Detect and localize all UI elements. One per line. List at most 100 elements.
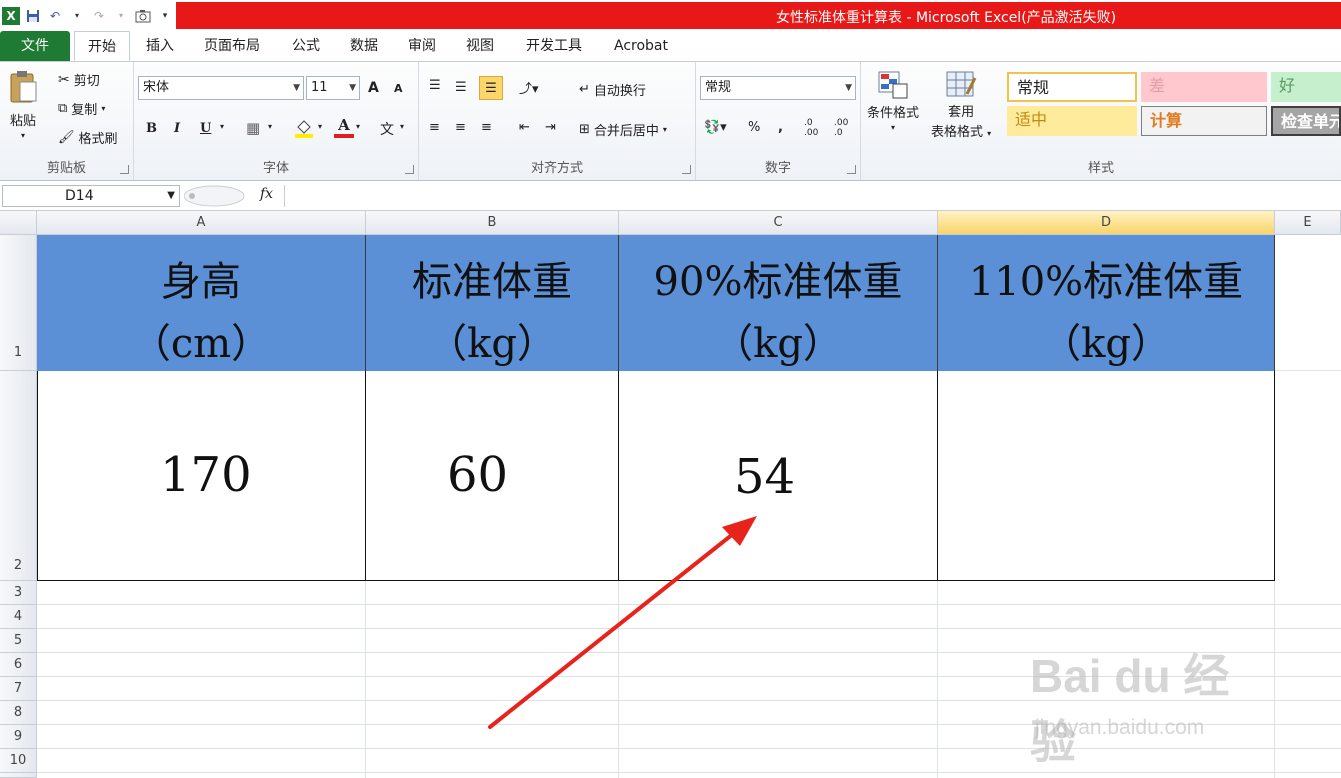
- percent-button[interactable]: %: [748, 120, 760, 135]
- grow-font-button[interactable]: A: [368, 80, 379, 96]
- number-format-combo[interactable]: 常规 ▼: [700, 76, 856, 100]
- style-neutral[interactable]: 适中: [1007, 106, 1137, 136]
- tab-review[interactable]: 审阅: [398, 31, 446, 61]
- customize-toolbar-icon[interactable]: ▾: [156, 7, 174, 25]
- name-box-dropdown-icon[interactable]: ▼: [167, 186, 175, 206]
- cell-b2[interactable]: 60: [366, 371, 619, 581]
- row-header-6[interactable]: 6: [0, 653, 37, 677]
- border-dropdown-icon[interactable]: ▾: [268, 122, 272, 131]
- number-launcher-icon[interactable]: [847, 165, 856, 174]
- title-bar: X ↶ ▾ ↷ ▾ ▾ 女性标准体重计算表 - Microsoft Excel(…: [0, 0, 1341, 31]
- style-check-cell[interactable]: 检查单元: [1271, 106, 1341, 136]
- font-color-dropdown-icon[interactable]: ▾: [356, 122, 360, 131]
- name-box[interactable]: D14 ▼: [2, 185, 180, 207]
- row-header-2[interactable]: 2: [0, 371, 37, 581]
- cut-button[interactable]: ✂ 剪切: [58, 70, 100, 90]
- font-color-button[interactable]: A: [334, 116, 354, 138]
- align-right-icon[interactable]: ≡: [481, 120, 492, 135]
- font-size-combo[interactable]: 11 ▼: [306, 76, 360, 100]
- formula-input[interactable]: [284, 185, 1341, 207]
- shrink-font-button[interactable]: A: [394, 82, 403, 95]
- row-header-7[interactable]: 7: [0, 677, 37, 701]
- column-header-b[interactable]: B: [366, 211, 619, 235]
- redo-dropdown-icon[interactable]: ▾: [112, 7, 130, 25]
- row-header-4[interactable]: 4: [0, 605, 37, 629]
- fill-color-icon[interactable]: [294, 117, 314, 143]
- increase-indent-icon[interactable]: ⇥: [545, 120, 556, 135]
- save-icon[interactable]: [24, 7, 42, 25]
- select-all-corner[interactable]: [0, 211, 37, 235]
- undo-icon[interactable]: ↶: [46, 7, 64, 25]
- copy-dropdown-icon: ▾: [101, 104, 106, 113]
- align-left-icon[interactable]: ≡: [429, 120, 440, 135]
- phonetic-dropdown-icon[interactable]: ▾: [400, 122, 404, 131]
- cell-b2-value: 60: [447, 447, 509, 503]
- tab-insert[interactable]: 插入: [136, 31, 184, 61]
- bold-button[interactable]: B: [146, 121, 157, 136]
- conditional-format-button[interactable]: 条件格式 ▾: [867, 70, 919, 132]
- column-header-a[interactable]: A: [37, 211, 366, 235]
- currency-icon[interactable]: 💱▾: [704, 120, 727, 135]
- orientation-icon[interactable]: ⤴▾: [519, 78, 539, 97]
- fill-color-dropdown-icon[interactable]: ▾: [318, 122, 322, 131]
- copy-button[interactable]: ⧉ 复制 ▾: [58, 99, 105, 118]
- align-middle-icon[interactable]: ☰: [455, 80, 467, 95]
- tab-home[interactable]: 开始: [74, 31, 130, 61]
- undo-dropdown-icon[interactable]: ▾: [68, 7, 86, 25]
- camera-icon[interactable]: [134, 7, 152, 25]
- format-painter-button[interactable]: 🖌 格式刷: [58, 128, 118, 147]
- cell-a1[interactable]: 身高 （cm）: [37, 235, 366, 371]
- wrap-text-button[interactable]: ↵ 自动换行: [579, 80, 646, 99]
- border-icon[interactable]: ▦: [246, 119, 260, 137]
- align-top-icon[interactable]: ☰: [429, 78, 441, 93]
- style-bad[interactable]: 差: [1141, 72, 1267, 102]
- tab-acrobat[interactable]: Acrobat: [602, 31, 680, 61]
- font-launcher-icon[interactable]: [405, 165, 414, 174]
- tab-data[interactable]: 数据: [340, 31, 388, 61]
- paste-button[interactable]: 粘贴 ▾: [8, 70, 38, 140]
- row-header-11-partial[interactable]: [0, 773, 37, 778]
- tab-view[interactable]: 视图: [456, 31, 504, 61]
- merge-center-button[interactable]: ⊞ 合并后居中 ▾: [579, 120, 667, 139]
- underline-button[interactable]: U: [200, 121, 211, 136]
- font-name-combo[interactable]: 宋体 ▼: [138, 76, 304, 100]
- cell-d2[interactable]: [938, 371, 1275, 581]
- excel-logo-icon[interactable]: X: [2, 6, 20, 25]
- row-header-3[interactable]: 3: [0, 581, 37, 605]
- column-header-d[interactable]: D: [938, 211, 1275, 235]
- clipboard-launcher-icon[interactable]: [120, 165, 129, 174]
- cell-d1[interactable]: 110%标准体重 （kg）: [938, 235, 1275, 371]
- row-header-9[interactable]: 9: [0, 725, 37, 749]
- underline-dropdown-icon[interactable]: ▾: [220, 122, 224, 131]
- cell-b1[interactable]: 标准体重 （kg）: [366, 235, 619, 371]
- paste-icon: [10, 71, 37, 103]
- decrease-indent-icon[interactable]: ⇤: [519, 120, 530, 135]
- comma-button[interactable]: ,: [778, 120, 783, 135]
- tab-developer[interactable]: 开发工具: [514, 31, 594, 61]
- italic-button[interactable]: I: [174, 121, 180, 136]
- cell-a2[interactable]: 170: [37, 371, 366, 581]
- style-good[interactable]: 好: [1271, 72, 1341, 102]
- format-as-table-button[interactable]: 套用 表格格式 ▾: [931, 70, 991, 140]
- style-normal[interactable]: 常规: [1007, 72, 1137, 102]
- column-header-c[interactable]: C: [619, 211, 938, 235]
- phonetic-button[interactable]: 文: [380, 119, 394, 139]
- tab-page-layout[interactable]: 页面布局: [192, 31, 272, 61]
- align-bottom-icon[interactable]: ☰: [479, 76, 503, 100]
- row-header-10[interactable]: 10: [0, 749, 37, 773]
- tab-formulas[interactable]: 公式: [282, 31, 330, 61]
- cell-c2[interactable]: 54: [619, 371, 938, 581]
- alignment-launcher-icon[interactable]: [682, 165, 691, 174]
- cell-c1[interactable]: 90%标准体重 （kg）: [619, 235, 938, 371]
- tab-file[interactable]: 文件: [0, 31, 70, 61]
- column-header-e[interactable]: E: [1275, 211, 1341, 235]
- align-center-icon[interactable]: ≡: [455, 120, 466, 135]
- row-header-8[interactable]: 8: [0, 701, 37, 725]
- decrease-decimal-button[interactable]: .00 .0: [834, 118, 848, 138]
- row-header-1[interactable]: 1: [0, 235, 37, 371]
- insert-function-button[interactable]: fx: [260, 186, 273, 202]
- row-header-5[interactable]: 5: [0, 629, 37, 653]
- redo-icon[interactable]: ↷: [90, 7, 108, 25]
- style-calculation[interactable]: 计算: [1141, 106, 1267, 136]
- increase-decimal-button[interactable]: .0 .00: [804, 118, 818, 138]
